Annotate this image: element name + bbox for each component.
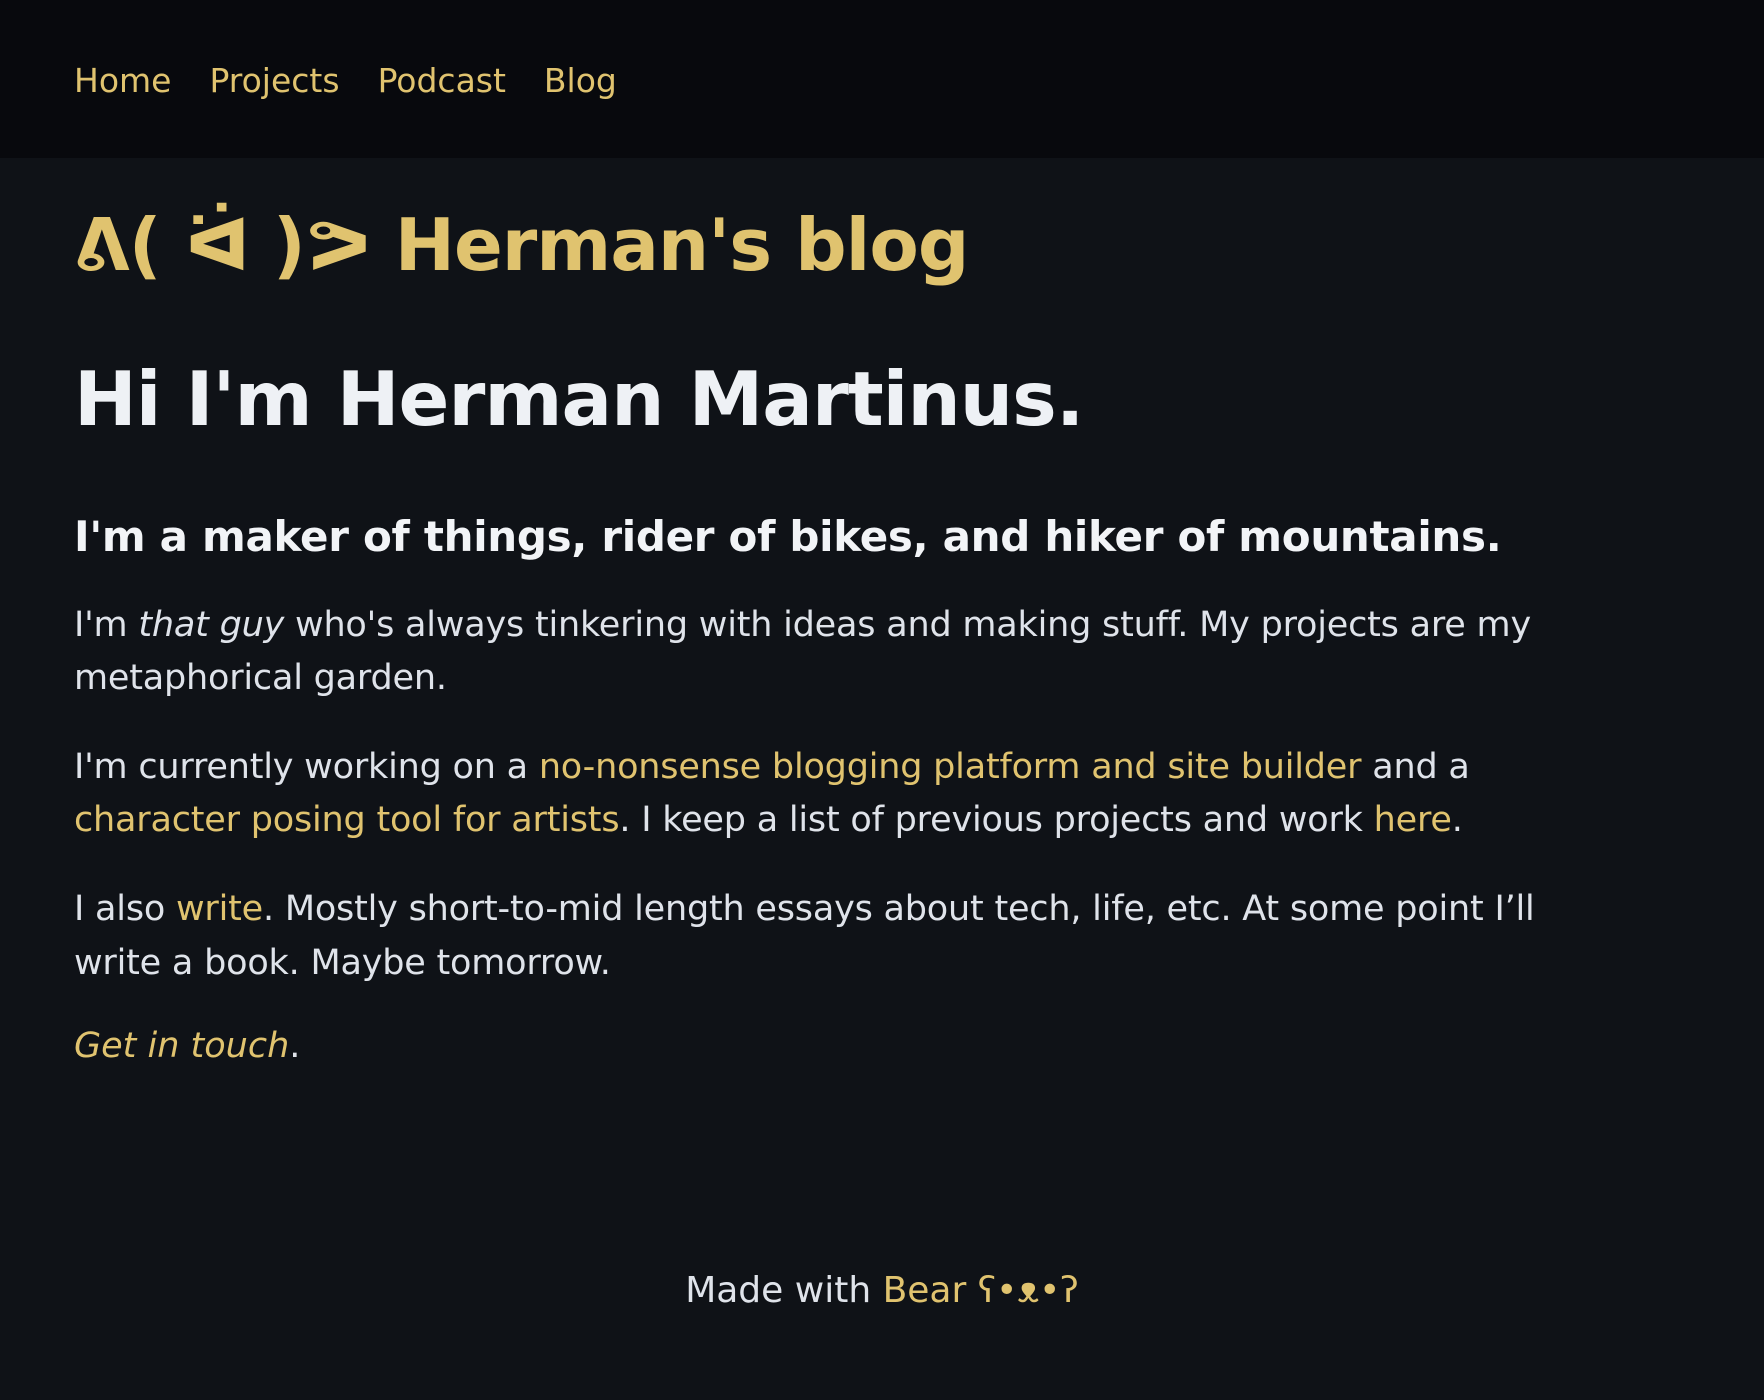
site-footer: Made with Bear ʕ•ᴥ•ʔ — [0, 1269, 1764, 1312]
contact-suffix: . — [289, 1025, 301, 1066]
contact-paragraph: Get in touch. — [74, 1022, 1542, 1071]
projects-middle-1: and a — [1361, 747, 1470, 788]
writing-suffix: . Mostly short-to-mid length essays abou… — [74, 889, 1535, 983]
bear-link[interactable]: Bear ʕ•ᴥ•ʔ — [883, 1270, 1079, 1311]
hero-subtitle: I'm a maker of things, rider of bikes, a… — [74, 512, 1502, 562]
nav-podcast-link[interactable]: Podcast — [378, 64, 506, 97]
nav-blog-link[interactable]: Blog — [544, 64, 617, 97]
projects-paragraph: I'm currently working on a no-nonsense b… — [74, 741, 1542, 847]
nav-projects-link[interactable]: Projects — [209, 64, 339, 97]
intro-suffix: who's always tinkering with ideas and ma… — [74, 604, 1531, 698]
site-header: Home Projects Podcast Blog — [0, 0, 1764, 158]
nav-home-link[interactable]: Home — [74, 64, 171, 97]
intro-paragraph: I'm that guy who's always tinkering with… — [74, 599, 1542, 705]
intro-emphasis: that guy — [138, 604, 285, 645]
projects-prefix: I'm currently working on a — [74, 747, 539, 788]
previous-projects-link[interactable]: here — [1374, 800, 1452, 840]
main-content: ᕕ( ᐛ )ᕗ Herman's blog Hi I'm Herman Mart… — [0, 207, 1616, 1071]
projects-middle-2: . I keep a list of previous projects and… — [619, 800, 1374, 841]
site-title: ᕕ( ᐛ )ᕗ Herman's blog — [74, 207, 1542, 284]
site-title-link[interactable]: ᕕ( ᐛ )ᕗ Herman's blog — [74, 203, 969, 287]
intro-prefix: I'm — [74, 604, 139, 645]
write-link[interactable]: write — [176, 889, 263, 929]
footer-prefix: Made with — [685, 1270, 883, 1311]
hero-title: Hi I'm Herman Martinus. — [74, 354, 1084, 443]
writing-paragraph: I also write. Mostly short-to-mid length… — [74, 883, 1542, 989]
projects-suffix: . — [1451, 800, 1463, 841]
get-in-touch-link[interactable]: Get in touch — [74, 1026, 289, 1066]
main-nav: Home Projects Podcast Blog — [74, 64, 617, 97]
blogging-platform-link[interactable]: no-nonsense blogging platform and site b… — [539, 747, 1362, 787]
character-posing-tool-link[interactable]: character posing tool for artists — [74, 800, 620, 840]
writing-prefix: I also — [74, 889, 176, 930]
